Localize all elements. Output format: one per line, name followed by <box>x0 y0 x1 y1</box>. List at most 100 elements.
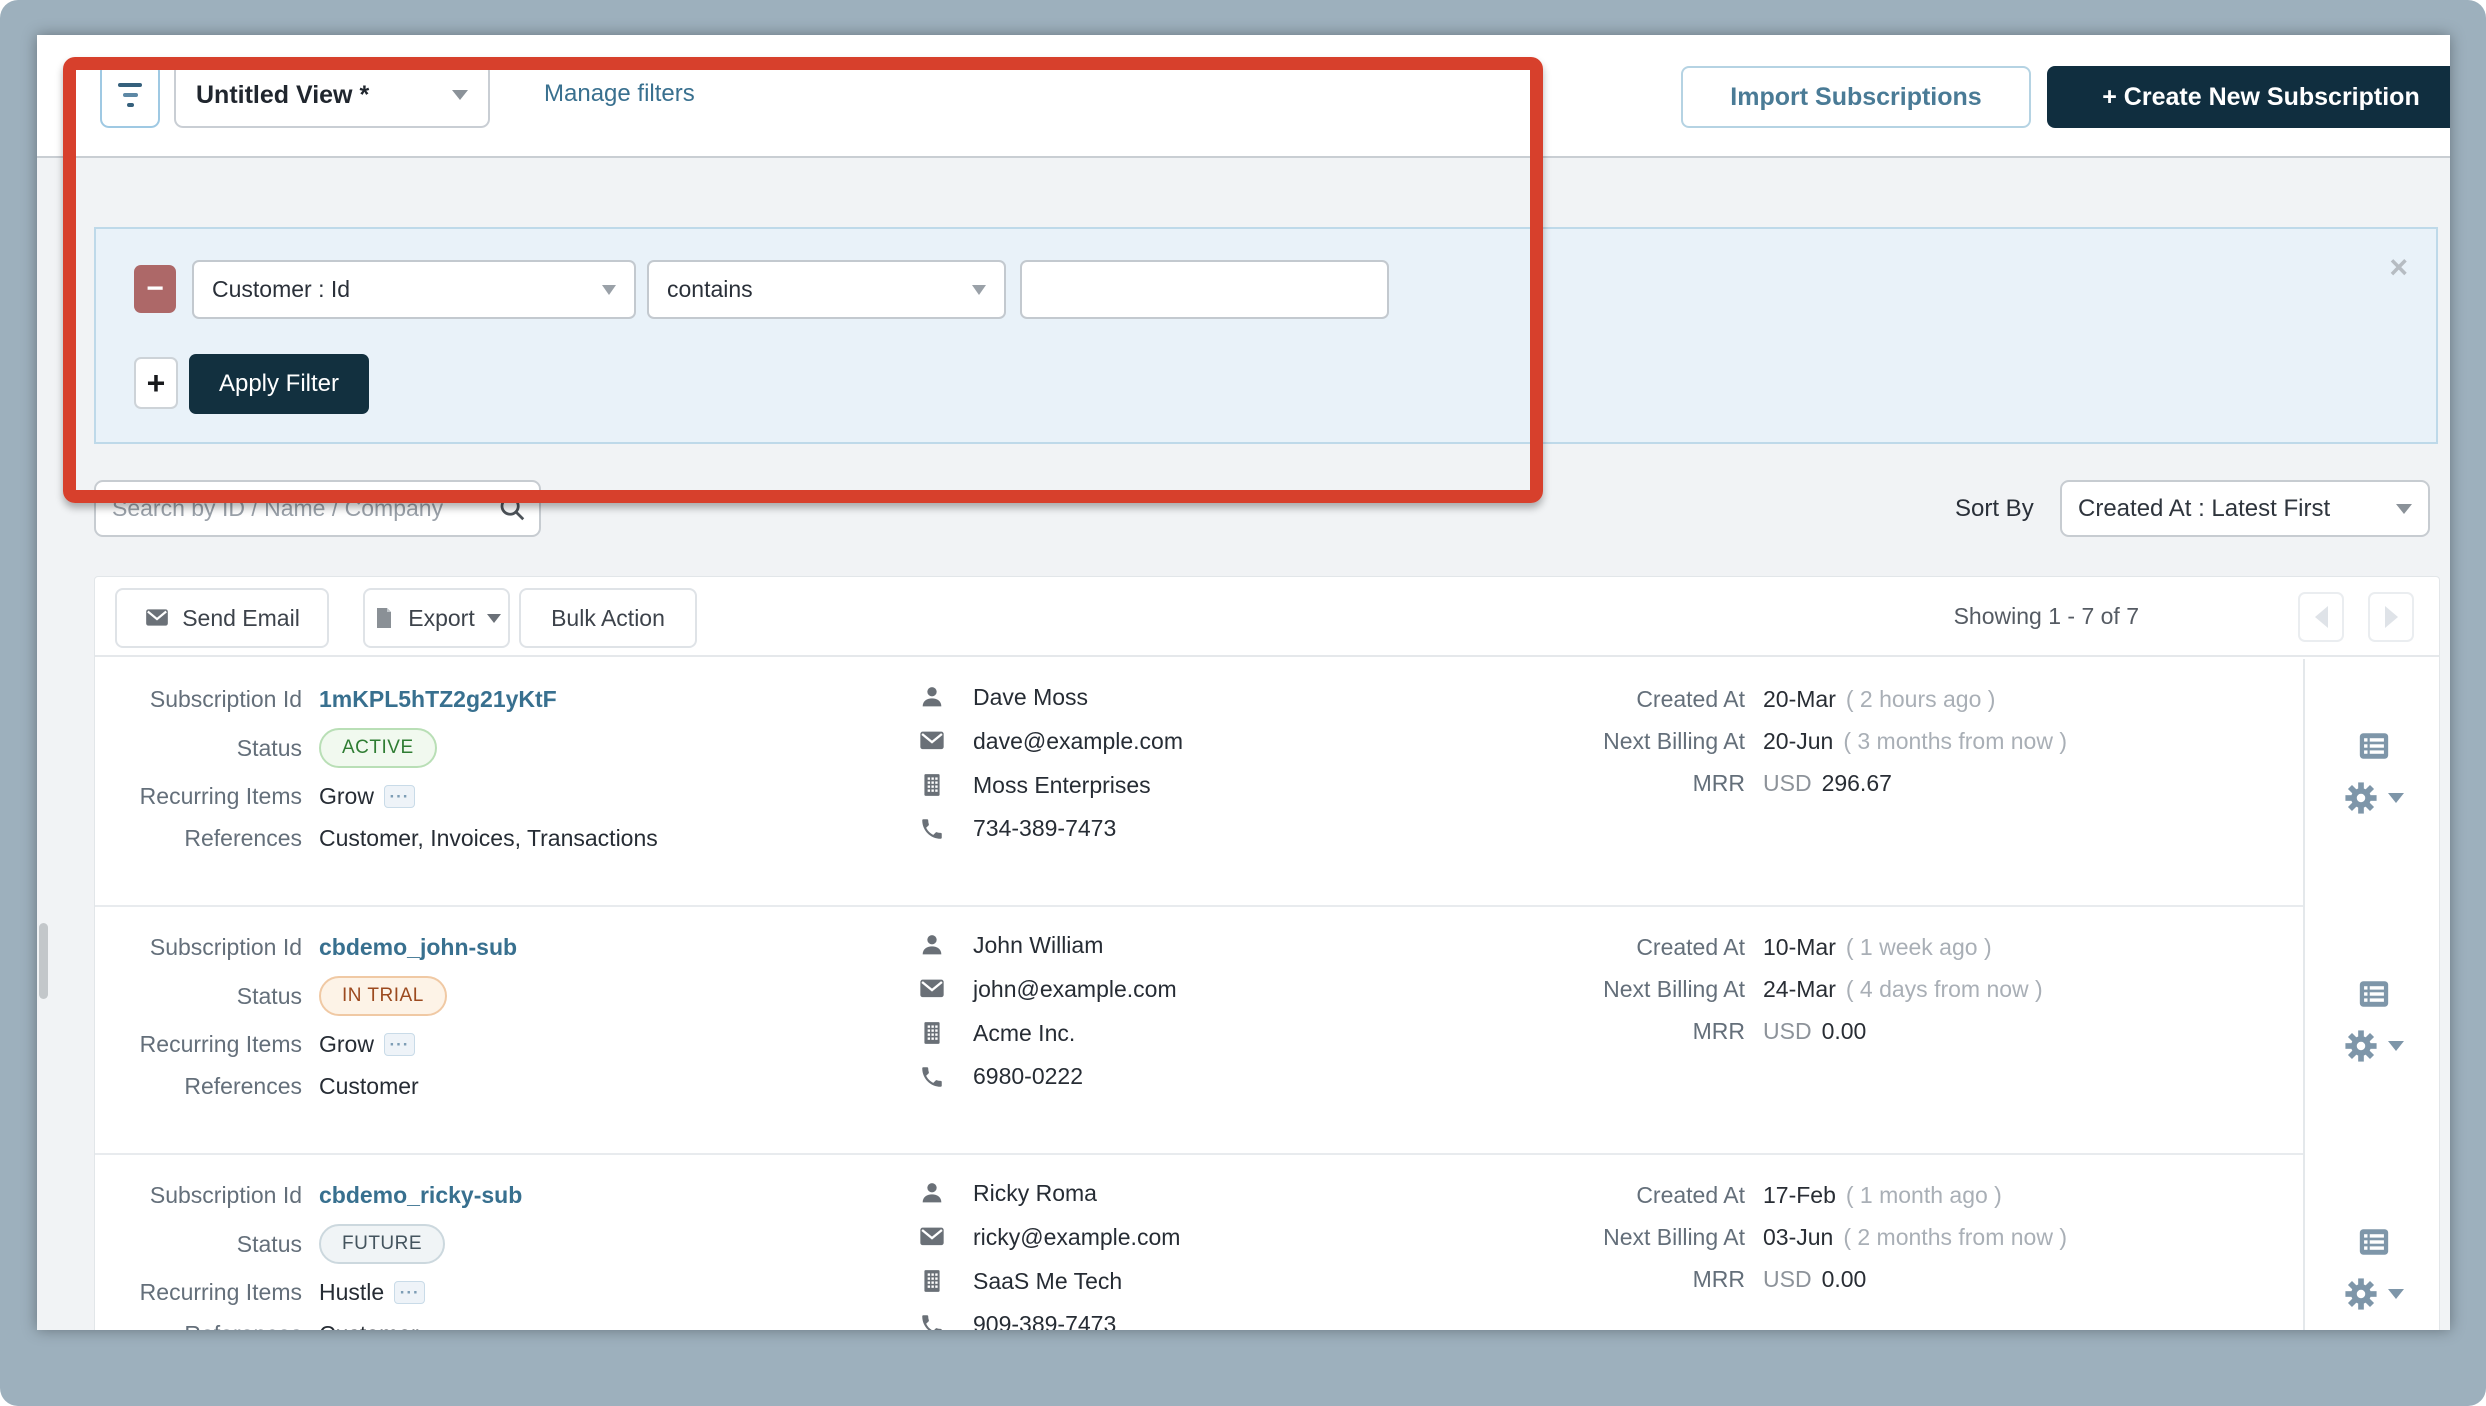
customer-email: dave@example.com <box>973 728 1183 755</box>
row-actions <box>2305 1225 2440 1311</box>
envelope-icon <box>144 605 170 631</box>
sort-value: Created At : Latest First <box>2078 495 2330 523</box>
import-subscriptions-button[interactable]: Import Subscriptions <box>1681 66 2031 128</box>
chevron-down-icon <box>487 614 501 623</box>
view-name: Untitled View * <box>196 81 369 110</box>
filter-icon <box>118 83 142 87</box>
row-settings-gear-icon[interactable] <box>2344 1277 2404 1311</box>
mrr-value: 296.67 <box>1822 770 1892 797</box>
status-badge: ACTIVE <box>319 728 437 768</box>
customer-phone: 909-389-7473 <box>973 1311 1116 1330</box>
bulk-action-button[interactable]: Bulk Action <box>519 588 697 648</box>
view-details-icon[interactable] <box>2356 729 2392 763</box>
list-toolbar: Send Email Export Bulk Action Showing 1 … <box>95 577 2439 657</box>
next-billing-value: 20-Jun <box>1763 728 1833 755</box>
chevron-down-icon <box>452 90 468 100</box>
row-settings-gear-icon[interactable] <box>2344 781 2404 815</box>
chevron-down-icon <box>602 285 616 295</box>
sort-by-label: Sort By <box>1955 495 2034 523</box>
manage-filters-link[interactable]: Manage filters <box>544 80 695 108</box>
customer-company: SaaS Me Tech <box>973 1268 1122 1295</box>
references-value: Customer, Invoices, Transactions <box>319 825 658 852</box>
close-icon[interactable]: × <box>2389 249 2408 286</box>
customer-email: ricky@example.com <box>973 1224 1180 1251</box>
top-bar: Untitled View * Manage filters Import Su… <box>37 35 2450 158</box>
send-email-button[interactable]: Send Email <box>115 588 329 648</box>
person-icon <box>917 1179 947 1207</box>
subscription-id-label: Subscription Id <box>115 686 302 713</box>
showing-count: Showing 1 - 7 of 7 <box>1954 603 2139 630</box>
row-settings-gear-icon[interactable] <box>2344 1029 2404 1063</box>
subscription-id-link[interactable]: cbdemo_john-sub <box>319 934 517 961</box>
subscription-rows: Subscription Id1mKPL5hTZ2g21yKtF StatusA… <box>95 659 2303 1330</box>
filter-value-input[interactable] <box>1020 260 1389 319</box>
more-items-icon[interactable]: ··· <box>384 1033 415 1056</box>
status-badge: FUTURE <box>319 1224 445 1264</box>
phone-icon <box>917 1064 947 1090</box>
envelope-icon <box>917 975 947 1003</box>
apply-filter-button[interactable]: Apply Filter <box>189 354 369 414</box>
subscription-id-link[interactable]: 1mKPL5hTZ2g21yKtF <box>319 686 557 713</box>
chevron-down-icon <box>2388 793 2404 803</box>
next-billing-label: Next Billing At <box>1275 728 1745 755</box>
chevron-left-icon <box>2315 606 2328 628</box>
phone-icon <box>917 1312 947 1331</box>
subscription-row: Subscription Id1mKPL5hTZ2g21yKtF StatusA… <box>95 659 2303 907</box>
view-details-icon[interactable] <box>2356 977 2392 1011</box>
filter-operator-value: contains <box>667 276 753 303</box>
envelope-icon <box>917 1223 947 1251</box>
subscription-row: Subscription Idcbdemo_john-sub StatusIN … <box>95 907 2303 1155</box>
subscription-id-link[interactable]: cbdemo_ricky-sub <box>319 1182 522 1209</box>
created-at-value: 20-Mar <box>1763 686 1836 713</box>
customer-company: Acme Inc. <box>973 1020 1075 1047</box>
search-box <box>94 480 541 537</box>
row-actions <box>2305 977 2440 1063</box>
customer-company: Moss Enterprises <box>973 772 1151 799</box>
building-icon <box>917 771 947 799</box>
create-new-subscription-button[interactable]: + Create New Subscription <box>2047 66 2450 128</box>
envelope-icon <box>917 727 947 755</box>
mrr-label: MRR <box>1275 770 1745 797</box>
references-label: References <box>115 825 302 852</box>
window-frame: Untitled View * Manage filters Import Su… <box>0 0 2486 1406</box>
filter-operator-select[interactable]: contains <box>647 260 1006 319</box>
view-selector[interactable]: Untitled View * <box>174 62 490 128</box>
customer-name: Ricky Roma <box>973 1180 1097 1207</box>
chevron-right-icon <box>2385 606 2398 628</box>
chevron-down-icon <box>2388 1041 2404 1051</box>
export-button[interactable]: Export <box>363 588 510 648</box>
search-input[interactable] <box>94 480 541 537</box>
references-value: Customer <box>319 1073 419 1100</box>
status-badge: IN TRIAL <box>319 976 447 1016</box>
building-icon <box>917 1267 947 1295</box>
add-filter-button[interactable]: + <box>134 357 178 409</box>
pagination-next-button[interactable] <box>2368 592 2414 642</box>
scrollbar-handle[interactable] <box>39 923 48 999</box>
app-screen: Untitled View * Manage filters Import Su… <box>37 35 2450 1330</box>
recurring-items-label: Recurring Items <box>115 783 302 810</box>
customer-name: Dave Moss <box>973 684 1088 711</box>
export-icon <box>372 605 396 631</box>
more-items-icon[interactable]: ··· <box>394 1281 425 1304</box>
pagination-prev-button[interactable] <box>2298 592 2344 642</box>
search-icon <box>497 493 527 528</box>
chevron-down-icon <box>972 285 986 295</box>
customer-phone: 734-389-7473 <box>973 815 1116 842</box>
more-items-icon[interactable]: ··· <box>384 785 415 808</box>
filter-field-value: Customer : Id <box>212 276 350 303</box>
person-icon <box>917 931 947 959</box>
created-at-label: Created At <box>1275 686 1745 713</box>
references-value: Customer <box>319 1321 419 1330</box>
customer-name: John William <box>973 932 1103 959</box>
filter-toggle-button[interactable] <box>100 62 160 128</box>
remove-filter-button[interactable]: − <box>134 265 176 313</box>
sort-select[interactable]: Created At : Latest First <box>2060 480 2430 537</box>
filter-panel: − Customer : Id contains + Apply Filter … <box>94 227 2438 444</box>
filter-field-select[interactable]: Customer : Id <box>192 260 636 319</box>
view-details-icon[interactable] <box>2356 1225 2392 1259</box>
phone-icon <box>917 816 947 842</box>
chevron-down-icon <box>2396 504 2412 514</box>
customer-phone: 6980-0222 <box>973 1063 1083 1090</box>
subscriptions-card: Send Email Export Bulk Action Showing 1 … <box>94 576 2440 1330</box>
row-actions-column <box>2303 659 2440 1330</box>
